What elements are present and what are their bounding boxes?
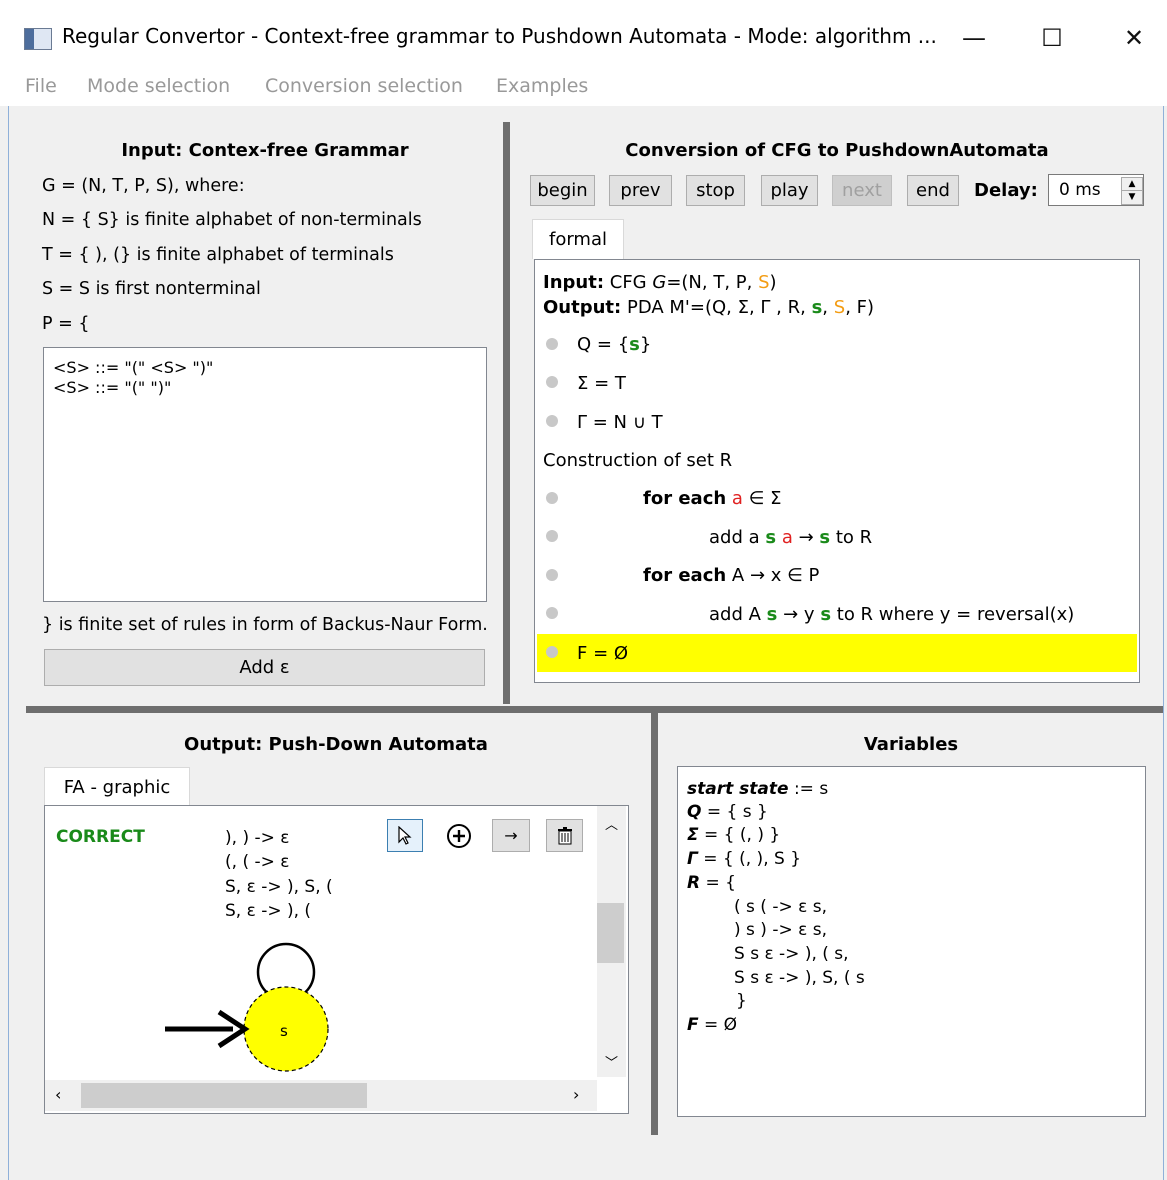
rule-line: <S> ::= "(" ")" <box>53 378 172 397</box>
algorithm-input-line: Input: CFG G=(N, T, P, S) <box>543 272 777 293</box>
menu-conversion-selection[interactable]: Conversion selection <box>265 75 463 97</box>
automaton-diagram <box>165 942 329 1072</box>
transition-label: ), ) -> ε <box>225 828 290 848</box>
step-bullet <box>546 607 558 619</box>
scroll-left-icon[interactable]: ‹ <box>55 1085 61 1104</box>
add-state-icon[interactable] <box>441 819 477 852</box>
step-bullet <box>546 569 558 581</box>
window-border-left <box>8 106 9 1180</box>
step-gamma: Γ = N ∪ T <box>577 412 663 433</box>
var-q: Q = { s } <box>687 802 768 822</box>
horizontal-scroll-thumb[interactable] <box>81 1083 367 1108</box>
pointer-icon[interactable] <box>387 819 423 852</box>
step-bullet <box>546 338 558 350</box>
delay-spinbox[interactable]: 0 ms ▲ ▼ <box>1048 174 1144 206</box>
close-button[interactable]: ✕ <box>1104 18 1164 58</box>
terminals-line: T = { ), (} is finite alphabet of termin… <box>42 245 394 265</box>
arrow-icon[interactable]: → <box>492 819 530 852</box>
var-sigma: Σ = { (, ) } <box>687 825 781 845</box>
var-r-close: } <box>736 991 747 1011</box>
var-gamma: Γ = { (, ), S } <box>687 849 802 869</box>
step-bullet <box>546 376 558 388</box>
horizontal-splitter[interactable] <box>26 706 1163 713</box>
scroll-right-icon[interactable]: › <box>573 1085 579 1104</box>
app-icon <box>24 28 52 50</box>
construction-heading: Construction of set R <box>543 450 733 471</box>
step-sigma: Σ = T <box>577 373 626 394</box>
rules-textarea[interactable]: <S> ::= "(" <S> ")" <S> ::= "(" ")" <box>43 347 487 602</box>
output-panel-heading: Output: Push-Down Automata <box>184 734 488 755</box>
step-bullet <box>546 492 558 504</box>
menu-file[interactable]: File <box>25 75 57 97</box>
step-q: Q = {s} <box>577 334 652 355</box>
automaton-canvas[interactable]: CORRECT ), ) -> ε (, ( -> ε S, ε -> ), S… <box>44 805 629 1114</box>
var-start-state: start state := s <box>687 779 829 799</box>
step-f: F = Ø <box>577 643 629 664</box>
algorithm-output-line: Output: PDA M'=(Q, Σ, Γ , R, s, S, F) <box>543 297 875 318</box>
tab-fa-graphic[interactable]: FA - graphic <box>44 767 190 806</box>
end-button[interactable]: end <box>907 175 959 206</box>
step-add-nonterminal-rule: add A s → y s to R where y = reversal(x) <box>709 604 1075 625</box>
nonterminals-line: N = { S} is finite alphabet of non-termi… <box>42 210 422 230</box>
step-for-each-a: for each a ∈ Σ <box>643 488 782 509</box>
state-s-label: s <box>280 1022 288 1040</box>
step-bullet <box>546 646 558 658</box>
trash-icon[interactable] <box>546 819 583 852</box>
var-r-item: ) s ) -> ε s, <box>734 920 827 940</box>
transition-label: S, ε -> ), S, ( <box>225 877 333 897</box>
vertical-splitter-top[interactable] <box>503 122 510 704</box>
scroll-down-icon[interactable]: ﹀ <box>605 1052 618 1071</box>
var-r-item: S s ε -> ), ( s, <box>734 944 849 964</box>
algorithm-view: Input: CFG G=(N, T, P, S) Output: PDA M'… <box>534 259 1140 683</box>
rules-footer: } is finite set of rules in form of Back… <box>42 615 488 635</box>
stop-button[interactable]: stop <box>686 175 745 206</box>
start-symbol-line: S = S is first nonterminal <box>42 279 261 299</box>
tab-formal[interactable]: formal <box>532 219 624 259</box>
rule-line: <S> ::= "(" <S> ")" <box>53 358 214 377</box>
minimize-button[interactable]: — <box>944 18 1004 58</box>
play-button[interactable]: play <box>761 175 818 206</box>
transition-label: S, ε -> ), ( <box>225 901 312 921</box>
input-panel-heading: Input: Contex-free Grammar <box>121 140 409 161</box>
var-r: R = { <box>687 873 736 893</box>
next-button[interactable]: next <box>832 175 892 206</box>
window-border-right <box>1163 106 1164 1180</box>
menu-mode-selection[interactable]: Mode selection <box>87 75 230 97</box>
transition-label: (, ( -> ε <box>225 852 290 872</box>
begin-button[interactable]: begin <box>530 175 595 206</box>
var-r-item: ( s ( -> ε s, <box>734 897 827 917</box>
var-r-item: S s ε -> ), S, ( s <box>734 968 865 988</box>
step-for-each-rule: for each A → x ∈ P <box>643 565 820 586</box>
prev-button[interactable]: prev <box>609 175 672 206</box>
vertical-scrollbar[interactable]: ︿ ﹀ <box>597 806 626 1077</box>
step-bullet <box>546 415 558 427</box>
delay-value: 0 ms <box>1059 180 1101 200</box>
step-bullet <box>546 530 558 542</box>
delay-label: Delay: <box>974 180 1038 201</box>
spin-down-icon[interactable]: ▼ <box>1121 190 1143 205</box>
scroll-up-icon[interactable]: ︿ <box>605 814 618 833</box>
variables-panel-heading: Variables <box>863 734 959 755</box>
step-add-terminal-rule: add a s a → s to R <box>709 527 873 548</box>
grammar-definition-line: G = (N, T, P, S), where: <box>42 176 245 196</box>
rules-open-line: P = { <box>42 314 90 334</box>
horizontal-scrollbar[interactable]: ‹ › <box>45 1080 597 1111</box>
vertical-splitter-bottom[interactable] <box>651 713 658 1135</box>
menu-examples[interactable]: Examples <box>496 75 588 97</box>
var-f: F = Ø <box>687 1015 738 1035</box>
vertical-scroll-thumb[interactable] <box>597 903 624 963</box>
status-label: CORRECT <box>56 827 145 847</box>
conversion-panel-heading: Conversion of CFG to PushdownAutomata <box>625 140 1049 161</box>
window-title: Regular Convertor - Context-free grammar… <box>62 24 937 48</box>
maximize-button[interactable]: ☐ <box>1022 18 1082 58</box>
variables-view: start state := s Q = { s } Σ = { (, ) } … <box>677 766 1146 1117</box>
add-epsilon-button[interactable]: Add ε <box>44 649 485 686</box>
